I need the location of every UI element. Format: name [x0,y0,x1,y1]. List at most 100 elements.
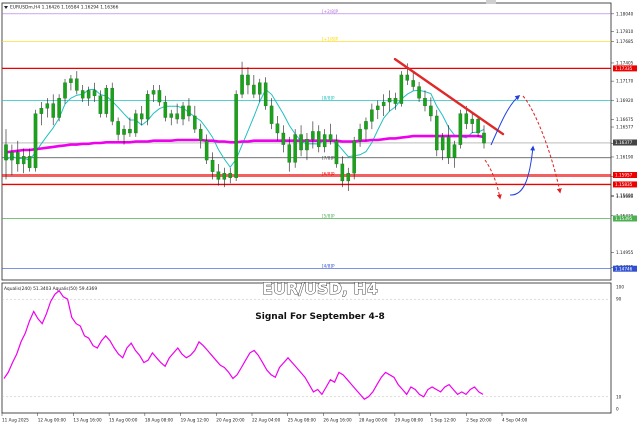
candle-body [393,98,398,104]
price-axis-label: 1.16675 [616,117,634,122]
candle-body [134,113,138,134]
candle-body [387,98,392,103]
oscillator-panel [1,282,612,414]
overlay-subtitle: Signal For September 4-8 [255,312,384,322]
candle [293,129,297,168]
candle-body [370,109,374,122]
candle [134,109,138,137]
candle-body [57,98,61,118]
price-axis-label: 1.14955 [616,250,634,255]
candle-body [399,74,404,104]
candle-body [376,105,380,110]
candle-body [482,132,486,144]
time-axis-label: 4 Sep 04:00 [502,418,528,423]
candle-body [110,87,114,122]
candle [104,85,109,118]
candle-body [364,121,368,130]
candle-body [10,152,14,161]
candle-body [305,139,309,151]
candle-body [452,144,457,158]
candle-body [340,163,345,182]
candle [352,136,356,180]
price-axis-label: 1.16577 [616,125,634,130]
candle-body [417,86,421,99]
candle-body [92,90,97,96]
scroll-marker [486,0,496,4]
price-tag-label: 1.15957 [615,173,633,178]
candle-body [346,173,351,182]
candle-body [281,132,286,145]
candle-body [139,113,144,120]
candle-body [435,115,439,151]
price-axis-label: 1.17810 [616,29,634,34]
chart-canvas: [+2/8]P[+1/8]P[8/8]P[7/8]P[6/8]P[5/8]P[4… [0,0,640,427]
candle-body [440,136,445,151]
candle-body [464,113,469,124]
mt4-chart-window: [+2/8]P [+1/8]P [8/8]P [7/8]P [6/8]P [5/8]P [4… [0,0,640,427]
time-axis-label: 12 Aug 00:00 [38,418,67,423]
time-axis-label: 25 Aug 08:00 [288,418,317,423]
indicator-header: Aqualis(240) 51.3403 Aqualis(50) 59.4369 [4,286,97,292]
price-tag-label: 1.17335 [615,66,633,71]
candle [110,82,114,126]
time-axis-label: 29 Aug 08:00 [395,418,424,423]
level-label: [8/8]P [322,95,335,100]
level-label: [+2/8]P [322,9,339,14]
candle-body [470,118,474,124]
candle-body [334,140,339,165]
candle-body [429,105,433,117]
candle-body [86,90,91,99]
candle-body [328,134,333,141]
candle-body [299,134,303,151]
time-axis-label: 20 Aug 20:00 [216,418,245,423]
oscillator-axis-label: 100 [616,285,624,290]
time-axis-label: 19 Aug 12:00 [181,418,210,423]
candle-body [80,90,85,99]
time-axis-label: 18 Aug 08:00 [145,418,174,423]
price-tag-label: 1.15835 [615,182,633,187]
candle-body [181,105,185,120]
candle-body [122,128,126,135]
candle-body [69,78,73,83]
candle-body [193,115,197,130]
level-label: [4/8]P [322,264,335,269]
candle-body [169,113,173,118]
candle-body [258,82,262,95]
level-label: [+1/8]P [322,36,339,41]
time-axis-label: 15 Aug 00:00 [109,418,138,423]
level-label: [7/8]P [322,156,335,161]
candle-body [39,108,44,114]
candle-body [423,98,427,107]
candle-body [163,101,168,118]
candle-body [322,134,327,148]
candle-body [381,101,386,107]
time-axis-label: 22 Aug 04:00 [252,418,281,423]
candle-body [198,128,203,141]
candle-body [311,131,315,140]
candle-body [33,113,38,168]
candle-body [358,128,362,141]
candle-body [128,128,132,134]
price-axis-label: 1.16190 [616,154,634,159]
candle-body [275,123,280,134]
candle-body [411,80,415,87]
candle [458,109,463,149]
time-axis-label: 2 Sep 20:00 [466,418,492,423]
candle-body [21,156,26,165]
candle-body [228,173,232,179]
candle-body [216,171,221,180]
time-axis-label: 13 Aug 16:00 [73,418,102,423]
candle-body [476,118,480,134]
candle [234,90,238,181]
price-axis-label: 1.17685 [616,39,634,44]
candle-body [104,87,109,114]
candle-body [252,84,256,95]
candle-body [151,90,156,95]
candle-body [210,159,215,172]
candle-body [246,74,250,86]
time-axis-label: 28 Aug 00:00 [359,418,388,423]
price-axis-label: 1.17170 [616,79,634,84]
candle-body [175,113,179,120]
price-tag-label: 1.15395 [615,216,633,221]
candle [33,109,38,172]
